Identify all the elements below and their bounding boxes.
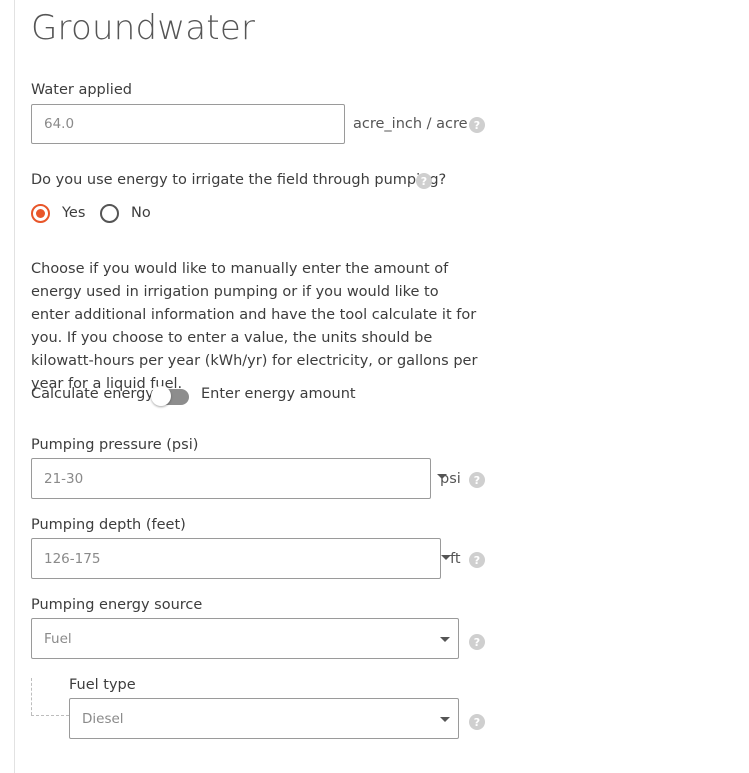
water-applied-label: Water applied [31, 82, 132, 98]
question-circle-icon[interactable]: ? [469, 472, 485, 488]
pumping-depth-select[interactable]: 126-175 [31, 538, 441, 579]
pumping-depth-unit: ft [450, 551, 461, 567]
question-circle-icon[interactable]: ? [469, 634, 485, 650]
radio-no[interactable] [100, 204, 119, 223]
radio-yes-label: Yes [62, 205, 86, 221]
section-title: Groundwater [31, 8, 256, 48]
pumping-depth-value: 126-175 [44, 550, 101, 567]
water-applied-input[interactable]: 64.0 [31, 104, 345, 144]
question-circle-icon[interactable]: ? [416, 173, 432, 189]
caret-down-icon[interactable] [440, 717, 450, 722]
energy-question-label: Do you use energy to irrigate the field … [31, 172, 447, 188]
radio-yes[interactable] [31, 204, 50, 223]
energy-mode-toggle[interactable] [151, 386, 189, 406]
section-left-border [14, 0, 15, 773]
calculate-energy-label: Calculate energy [31, 386, 154, 402]
toggle-knob [151, 386, 171, 406]
water-applied-value: 64.0 [44, 116, 75, 132]
caret-down-icon[interactable] [440, 637, 450, 642]
fuel-type-select[interactable]: Diesel [69, 698, 459, 739]
pumping-pressure-label: Pumping pressure (psi) [31, 437, 199, 453]
nesting-connector [31, 715, 69, 716]
energy-description: Choose if you would like to manually ent… [31, 261, 478, 392]
energy-source-select[interactable]: Fuel [31, 618, 459, 659]
pumping-depth-label: Pumping depth (feet) [31, 517, 186, 533]
pumping-pressure-select[interactable]: 21-30 [31, 458, 431, 499]
fuel-type-value: Diesel [82, 710, 124, 727]
fuel-type-label: Fuel type [69, 677, 136, 693]
enter-energy-label: Enter energy amount [201, 386, 356, 402]
nesting-connector [31, 678, 32, 715]
question-circle-icon[interactable]: ? [469, 552, 485, 568]
energy-source-label: Pumping energy source [31, 597, 203, 613]
water-applied-unit: acre_inch / acre [353, 116, 468, 132]
pumping-pressure-value: 21-30 [44, 470, 84, 487]
energy-source-value: Fuel [44, 630, 72, 647]
pumping-pressure-unit: psi [440, 471, 461, 487]
radio-no-label: No [131, 205, 151, 221]
question-circle-icon[interactable]: ? [469, 714, 485, 730]
question-circle-icon[interactable]: ? [469, 117, 485, 133]
